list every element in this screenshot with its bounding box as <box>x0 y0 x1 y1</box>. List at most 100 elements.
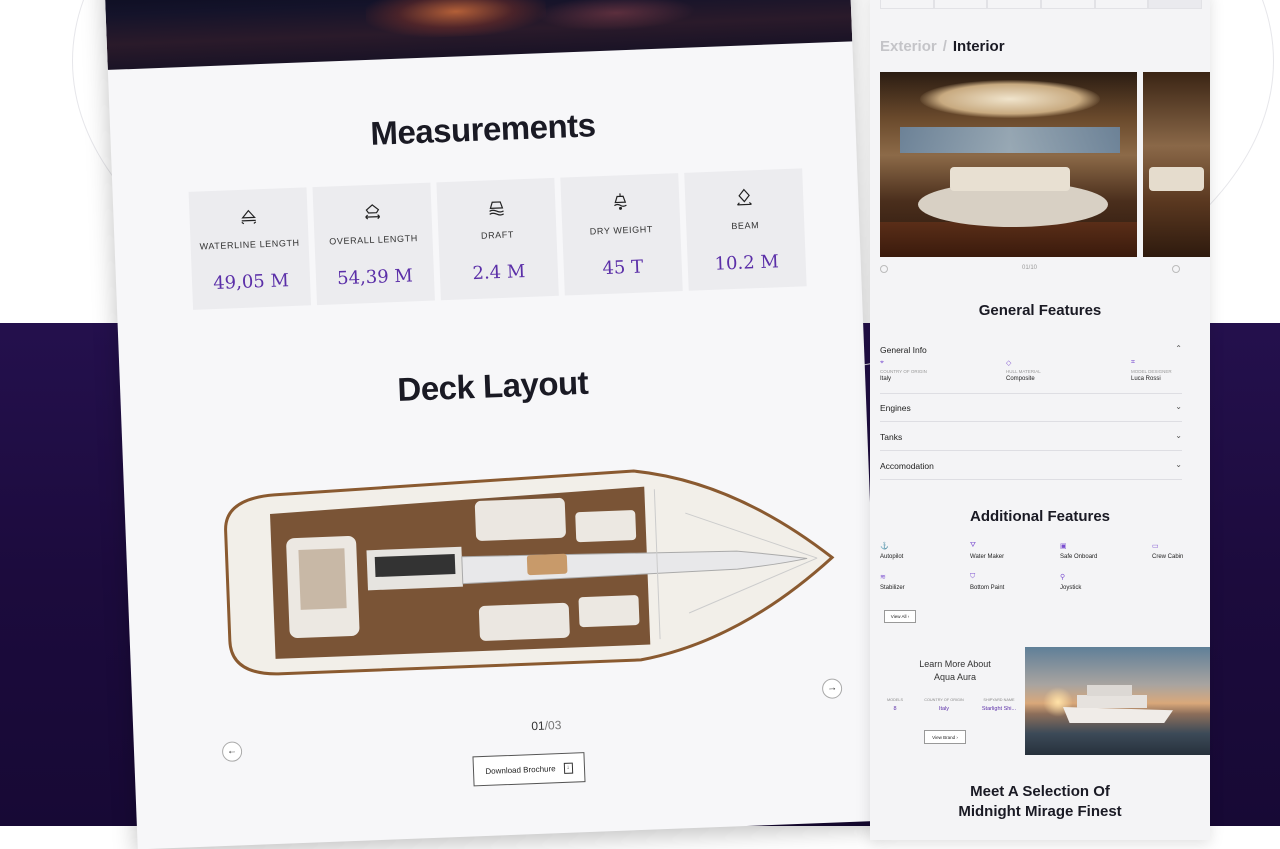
measurement-overall-length: OVERALL LENGTH 54,39 M <box>312 182 435 306</box>
gallery-next-button[interactable] <box>1172 265 1180 273</box>
top-tab-strip <box>880 0 1203 10</box>
brand-stat-key: MODELS <box>886 698 904 702</box>
designer-icon: ⌗ <box>1131 359 1135 366</box>
general-info-item: ⌖ COUNTRY OF ORIGIN Italy <box>880 359 927 382</box>
general-info-key: COUNTRY OF ORIGIN <box>880 369 927 374</box>
accordion-general-info[interactable]: General Info ⌃ ⌖ COUNTRY OF ORIGIN Italy… <box>880 335 1182 394</box>
measurements-grid: WATERLINE LENGTH 49,05 M OVERALL LENGTH … <box>188 168 807 310</box>
chevron-down-icon: ⌄ <box>1175 460 1182 469</box>
measurement-value: 54,39 M <box>336 265 414 290</box>
brand-stat: COUNTRY OF ORIGIN Italy <box>922 698 966 712</box>
general-info-value: Italy <box>880 376 892 382</box>
feature-label: Autopilot <box>880 554 904 560</box>
general-info-key: MODEL DESIGNER <box>1131 369 1172 374</box>
bed-icon: ▭ <box>1152 543 1159 550</box>
measurement-value: 49,05 M <box>212 270 290 295</box>
autopilot-icon: ⚓ <box>880 543 889 550</box>
meet-title-line2: Midnight Mirage Finest <box>958 803 1122 820</box>
joystick-icon: ⚲ <box>1060 574 1066 581</box>
hero-image-sea <box>104 0 853 70</box>
general-info-item: ◇ HULL MATERIAL Composite <box>1006 359 1041 382</box>
yacht-detail-card: Measurements WATERLINE LENGTH 49,05 M OV… <box>104 0 883 849</box>
gallery-pager: 01/10 <box>880 265 1202 275</box>
gallery-prev-button[interactable] <box>880 265 888 273</box>
accordion-label: General Info <box>880 345 927 355</box>
measurement-label: WATERLINE LENGTH <box>199 237 300 252</box>
deck-layout-title: Deck Layout <box>396 363 589 409</box>
view-all-button[interactable]: View All › <box>884 610 916 623</box>
measurement-label: BEAM <box>731 220 760 232</box>
download-icon: ↓ <box>563 762 573 774</box>
feature-joystick: ⚲ Joystick <box>1060 573 1081 591</box>
tab-separator: / <box>942 38 947 55</box>
top-tab[interactable] <box>1041 0 1095 9</box>
download-brochure-button[interactable]: Download Brochure ↓ <box>472 752 586 787</box>
feature-safe-onboard: ▣ Safe Onboard <box>1060 542 1097 560</box>
deck-pager-total: /03 <box>544 718 562 733</box>
tab-exterior[interactable]: Exterior <box>880 38 937 55</box>
top-tab[interactable] <box>933 0 988 9</box>
general-info-value: Composite <box>1006 376 1035 382</box>
feature-water-maker: ⛛ Water Maker <box>970 542 1004 560</box>
accordion-tanks[interactable]: Tanks ⌄ <box>880 422 1182 451</box>
additional-features-grid: ⚓ Autopilot ⛛ Water Maker ▣ Safe Onboard ▭ C… <box>880 542 1202 602</box>
feature-label: Joystick <box>1060 585 1082 591</box>
measurement-label: DRAFT <box>480 229 515 241</box>
chevron-down-icon: ⌄ <box>1175 402 1182 411</box>
feature-stabilizer: ≋ Stabilizer <box>880 573 905 591</box>
learn-more-line1: Learn More About <box>919 659 991 669</box>
top-tab[interactable] <box>1148 0 1203 9</box>
measurement-dry-weight: DRY WEIGHT 45 T <box>560 173 683 296</box>
general-features-title: General Features <box>978 302 1102 319</box>
accordion-engines[interactable]: Engines ⌄ <box>880 393 1182 422</box>
location-pin-icon: ⌖ <box>880 359 884 366</box>
deck-layout-plan-image <box>224 469 835 676</box>
dry-weight-icon <box>614 193 627 210</box>
overall-length-icon <box>365 204 381 220</box>
accordion-accomodation[interactable]: Accomodation ⌄ <box>880 451 1182 480</box>
deck-next-button[interactable]: → <box>821 678 843 699</box>
feature-label: Water Maker <box>970 554 1005 560</box>
chevron-down-icon: ⌄ <box>1175 431 1182 440</box>
tab-interior[interactable]: Interior <box>953 38 1005 55</box>
accordion-label: Tanks <box>880 432 903 442</box>
safe-icon: ▣ <box>1060 543 1067 550</box>
brand-stat-value: Italy <box>938 706 950 712</box>
deck-pager-current: 01 <box>531 718 545 734</box>
water-maker-icon: ⛛ <box>970 542 976 549</box>
feature-crew-cabin: ▭ Crew Cabin <box>1152 542 1183 560</box>
yacht-sunset-photo <box>1025 647 1210 755</box>
feature-label: Crew Cabin <box>1152 554 1184 560</box>
feature-label: Safe Onboard <box>1060 554 1098 560</box>
top-tab[interactable] <box>1094 0 1149 9</box>
beam-icon <box>737 188 752 206</box>
view-brand-button[interactable]: View Brand › <box>924 730 966 744</box>
interior-photo-next[interactable] <box>1143 72 1210 257</box>
gallery-tabs: Exterior / Interior <box>880 38 1005 55</box>
measurement-label: DRY WEIGHT <box>589 224 654 237</box>
measurement-draft: DRAFT 2.4 M <box>436 177 559 301</box>
feature-label: Bottom Paint <box>970 585 1005 591</box>
deck-prev-button[interactable]: ← <box>221 741 243 763</box>
top-tab[interactable] <box>880 0 934 9</box>
meet-selection-title: Meet A Selection Of Midnight Mirage Fine… <box>870 782 1210 822</box>
meet-title-line1: Meet A Selection Of <box>970 783 1110 800</box>
waterline-length-icon <box>241 209 257 225</box>
brand-stat-value: 8 <box>893 706 897 712</box>
deck-pager: 01/03 <box>531 718 562 733</box>
feature-label: Stabilizer <box>880 585 905 591</box>
measurement-value: 2.4 M <box>472 261 526 285</box>
view-all-label: View All <box>890 614 907 619</box>
measurements-title: Measurements <box>369 106 597 152</box>
yacht-mobile-preview-card: Exterior / Interior 01/10 General Features… <box>870 0 1210 840</box>
diamond-icon: ◇ <box>1006 360 1012 367</box>
paint-icon: ⛉ <box>970 573 976 580</box>
brand-stats: MODELS 8 COUNTRY OF ORIGIN Italy SHIPYARD … <box>880 698 1025 718</box>
general-info-key: HULL MATERIAL <box>1006 369 1041 374</box>
interior-photo[interactable] <box>880 72 1137 257</box>
top-tab[interactable] <box>987 0 1042 9</box>
view-brand-label: View Brand <box>932 734 956 740</box>
feature-autopilot: ⚓ Autopilot <box>880 542 903 560</box>
additional-features-title: Additional Features <box>969 508 1111 525</box>
brand-stat-value: Starlight Shi... <box>981 706 1017 712</box>
